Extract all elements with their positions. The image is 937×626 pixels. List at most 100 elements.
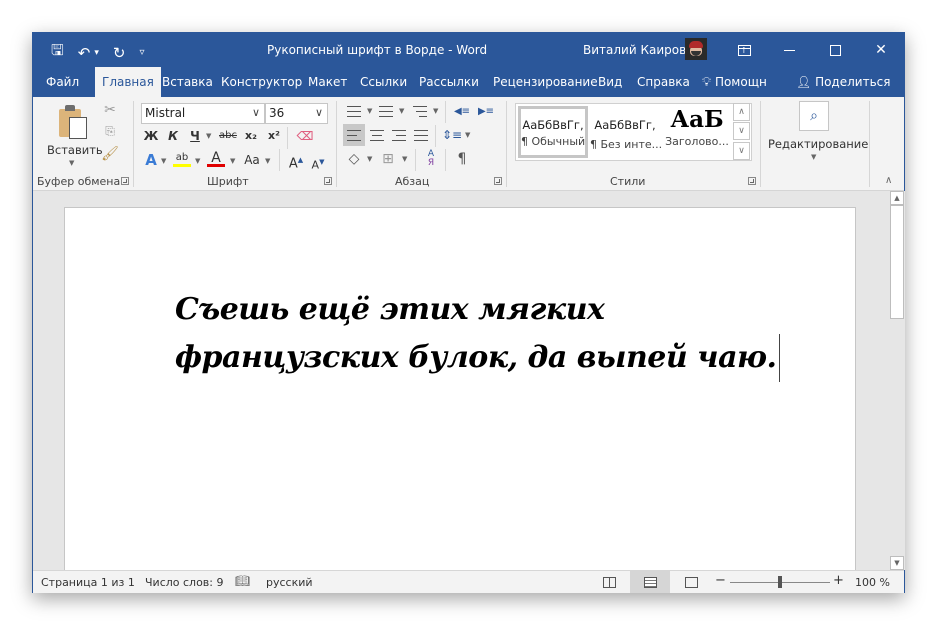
font-launcher-icon[interactable] <box>324 177 332 185</box>
customize-qat-icon[interactable]: ▿ <box>139 47 144 58</box>
tab-help[interactable]: Справка <box>630 67 697 97</box>
style-heading-1[interactable]: АаБ Заголово... <box>662 106 732 158</box>
document-text[interactable]: Съешь ещё этих мягких французских булок,… <box>175 292 777 375</box>
tab-file[interactable]: Файл <box>39 67 86 97</box>
scroll-down-icon[interactable]: ▼ <box>890 556 904 570</box>
borders-dropdown-icon[interactable]: ▼ <box>402 150 407 168</box>
word-count[interactable]: Число слов: 9 <box>145 576 224 589</box>
chevron-down-icon[interactable]: ∨ <box>252 103 260 122</box>
font-name-combo[interactable]: Mistral ∨ <box>141 103 265 124</box>
copy-icon[interactable]: ⎘ <box>101 124 119 139</box>
cut-icon[interactable]: ✂ <box>101 102 119 118</box>
italic-button[interactable]: К <box>165 127 181 145</box>
shrink-font-icon[interactable]: A▼ <box>309 153 327 175</box>
highlight-dropdown-icon[interactable]: ▼ <box>195 152 200 170</box>
ribbon-display-options-button[interactable] <box>721 33 767 67</box>
decrease-indent-icon[interactable]: ◀≡ <box>451 100 473 122</box>
redo-icon[interactable]: ↻ <box>113 44 126 62</box>
share-button[interactable]: 👤︎ Поделиться <box>789 67 897 97</box>
avatar[interactable] <box>685 38 707 60</box>
undo-icon[interactable]: ↶ <box>78 44 91 62</box>
underline-button[interactable]: Ч <box>187 127 203 145</box>
line-spacing-dropdown-icon[interactable]: ▼ <box>465 126 470 144</box>
zoom-slider-thumb[interactable] <box>778 576 782 588</box>
maximize-button[interactable] <box>812 33 858 67</box>
web-layout-button[interactable] <box>671 571 711 593</box>
highlight-icon[interactable]: ab <box>173 149 191 167</box>
subscript-button[interactable]: x₂ <box>241 127 261 145</box>
underline-dropdown-icon[interactable]: ▼ <box>206 127 211 145</box>
vertical-scrollbar[interactable]: ▲ ▼ <box>889 191 905 570</box>
format-painter-icon[interactable]: 🖌︎ <box>101 146 119 162</box>
language[interactable]: русский <box>266 576 313 589</box>
gallery-more-icon[interactable]: ∨ <box>733 142 750 160</box>
shading-dropdown-icon[interactable]: ▼ <box>367 150 372 168</box>
line-spacing-icon[interactable]: ⇕≡ <box>441 124 463 146</box>
paste-dropdown-icon[interactable]: ▼ <box>69 159 74 167</box>
align-left-button[interactable] <box>343 124 365 146</box>
bold-button[interactable]: Ж <box>143 127 159 145</box>
grow-font-icon[interactable]: A▲ <box>287 151 305 173</box>
tab-design[interactable]: Конструктор <box>214 67 309 97</box>
clear-formatting-icon[interactable]: ⌫ <box>295 127 315 145</box>
borders-icon[interactable]: ⊞ <box>377 148 399 170</box>
numbering-icon[interactable] <box>375 100 397 122</box>
shading-icon[interactable]: ◇ <box>343 148 365 170</box>
tab-home[interactable]: Главная <box>95 67 161 97</box>
multilevel-dropdown-icon[interactable]: ▼ <box>433 102 438 120</box>
chevron-down-icon[interactable]: ∨ <box>315 103 323 122</box>
align-center-button[interactable] <box>366 124 388 146</box>
print-layout-button[interactable] <box>630 571 670 593</box>
tell-me-box[interactable]: 💡︎ Помощн <box>695 67 774 97</box>
gallery-scroll-down-icon[interactable]: ∨ <box>733 122 750 140</box>
style-no-spacing[interactable]: АаБбВвГг, ¶ Без инте... <box>590 106 662 158</box>
editing-dropdown-icon[interactable]: ▼ <box>811 153 816 161</box>
bullets-icon[interactable] <box>343 100 365 122</box>
bullets-dropdown-icon[interactable]: ▼ <box>367 102 372 120</box>
tab-references[interactable]: Ссылки <box>353 67 414 97</box>
text-effects-dropdown-icon[interactable]: ▼ <box>161 152 166 170</box>
minimize-button[interactable] <box>766 33 812 67</box>
font-color-dropdown-icon[interactable]: ▼ <box>230 152 235 170</box>
paragraph-launcher-icon[interactable] <box>494 177 502 185</box>
change-case-dropdown-icon[interactable]: ▼ <box>265 152 270 170</box>
document-body[interactable]: Съешь ещё этих мягких французских булок,… <box>175 286 795 382</box>
multilevel-list-icon[interactable] <box>409 100 431 122</box>
zoom-out-button[interactable]: − <box>715 573 726 588</box>
superscript-button[interactable]: x² <box>264 127 284 145</box>
font-size-combo[interactable]: 36 ∨ <box>265 103 328 124</box>
change-case-button[interactable]: Aa <box>241 151 263 169</box>
autosave-icon[interactable]: 🖫 <box>51 40 64 65</box>
read-mode-button[interactable] <box>589 571 629 593</box>
proofing-icon[interactable]: 📖︎ <box>235 574 250 588</box>
gallery-scroll-up-icon[interactable]: ∧ <box>733 103 750 121</box>
user-name[interactable]: Виталий Каиров <box>583 43 686 57</box>
tab-layout[interactable]: Макет <box>301 67 354 97</box>
styles-launcher-icon[interactable] <box>748 177 756 185</box>
scroll-up-icon[interactable]: ▲ <box>890 191 904 205</box>
zoom-level[interactable]: 100 % <box>855 576 890 589</box>
strikethrough-button[interactable]: abc <box>217 127 239 145</box>
undo-dropdown-icon[interactable]: ▾ <box>94 48 99 58</box>
tab-review[interactable]: Рецензирование <box>486 67 605 97</box>
scrollbar-thumb[interactable] <box>890 205 904 319</box>
font-color-icon[interactable]: A <box>207 149 225 167</box>
collapse-ribbon-icon[interactable]: ∧ <box>885 175 892 186</box>
document-page[interactable]: Съешь ещё этих мягких французских булок,… <box>64 207 856 570</box>
tab-insert[interactable]: Вставка <box>155 67 220 97</box>
find-search-icon[interactable]: ⌕ <box>799 101 829 131</box>
clipboard-launcher-icon[interactable] <box>121 177 129 185</box>
text-effects-icon[interactable]: A <box>143 151 159 169</box>
tab-view[interactable]: Вид <box>591 67 629 97</box>
align-right-button[interactable] <box>388 124 410 146</box>
increase-indent-icon[interactable]: ▶≡ <box>475 100 497 122</box>
show-formatting-marks-icon[interactable]: ¶ <box>451 148 473 170</box>
tab-mailings[interactable]: Рассылки <box>412 67 486 97</box>
numbering-dropdown-icon[interactable]: ▼ <box>399 102 404 120</box>
page-count[interactable]: Страница 1 из 1 <box>41 576 135 589</box>
zoom-in-button[interactable]: + <box>833 573 844 588</box>
close-button[interactable]: ✕ <box>858 33 904 67</box>
sort-icon[interactable]: AЯ <box>420 148 442 170</box>
justify-button[interactable] <box>410 124 432 146</box>
style-normal[interactable]: АаБбВвГг, ¶ Обычный <box>518 106 588 158</box>
